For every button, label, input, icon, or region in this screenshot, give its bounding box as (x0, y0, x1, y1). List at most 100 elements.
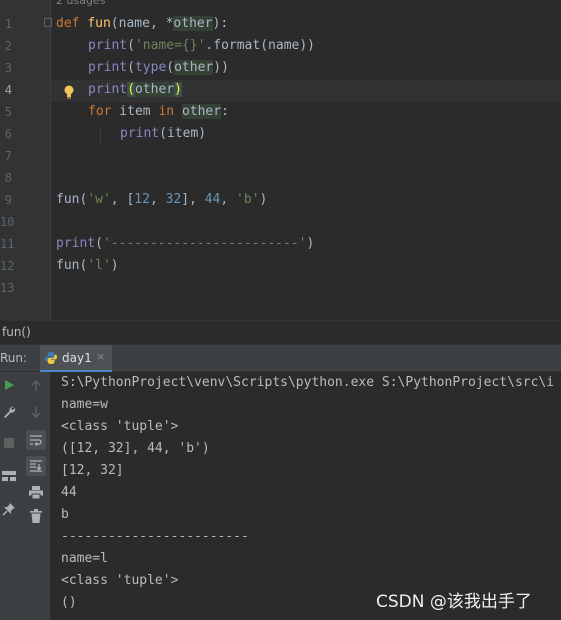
console-line: ([12, 32], 44, 'b') (61, 441, 210, 456)
run-toolbar-secondary (22, 372, 51, 620)
string: '------------------------' (102, 236, 307, 251)
string: 'b' (236, 192, 260, 207)
builtin: type (134, 60, 167, 75)
code-line-11[interactable]: print('------------------------') (56, 233, 314, 255)
stop-icon[interactable] (0, 434, 18, 452)
console-line: <class 'tuple'> (61, 419, 179, 434)
console-line: name=l (61, 551, 108, 566)
number: 32 (165, 192, 182, 207)
rerun-icon[interactable] (0, 376, 18, 394)
scroll-to-end-icon[interactable] (26, 456, 46, 476)
soft-wrap-icon[interactable] (26, 430, 46, 450)
builtin: print (56, 236, 96, 251)
code-line-5[interactable]: for item in other: (88, 101, 229, 123)
string: 'l' (87, 258, 111, 273)
keyword: for (88, 104, 112, 119)
code-editor[interactable]: 1 2 3 4 5 6 7 8 9 10 11 12 13 2 usages d… (0, 0, 561, 320)
pin-icon[interactable] (0, 500, 18, 518)
punct: ) (110, 258, 119, 273)
keyword: def (56, 16, 80, 31)
run-tool-window-header: Run: day1 × (0, 344, 561, 372)
punct: ( (110, 16, 119, 31)
run-label: Run: (0, 351, 28, 365)
builtin: print (120, 126, 160, 141)
line-number: 10 (0, 215, 15, 229)
line-number: 8 (4, 171, 12, 185)
line-number: 13 (0, 281, 15, 295)
close-icon[interactable]: × (96, 350, 105, 363)
line-number: 7 (4, 149, 12, 163)
console-line: S:\PythonProject\venv\Scripts\python.exe… (61, 375, 555, 390)
bracket-match: ) (174, 82, 182, 97)
punct: ], (181, 192, 205, 207)
code-text: (item) (159, 126, 207, 141)
run-toolbar-primary (0, 372, 23, 620)
param-highlighted: other (134, 82, 175, 97)
builtin: print (88, 38, 128, 53)
builtin: print (88, 60, 128, 75)
run-tab-day1[interactable]: day1 × (40, 345, 112, 372)
code-line-3[interactable]: print(type(other)) (88, 57, 229, 79)
punct: )) (213, 60, 229, 75)
bracket-match: ( (127, 82, 135, 97)
fold-icon[interactable] (44, 18, 52, 27)
punct: ( (127, 60, 135, 75)
code-text: fun( (56, 192, 88, 207)
console-line: [12, 32] (61, 463, 124, 478)
wrench-icon[interactable] (0, 403, 18, 421)
console-line: ------------------------ (61, 529, 249, 544)
trash-icon[interactable] (27, 507, 45, 525)
code-line-12[interactable]: fun('l') (56, 255, 119, 277)
lightbulb-icon[interactable] (63, 84, 75, 99)
punct: ): (212, 16, 229, 31)
punct: , [ (110, 192, 135, 207)
punct: , (220, 192, 237, 207)
param: name (118, 16, 150, 31)
punct: ( (166, 60, 175, 75)
line-number: 6 (4, 127, 12, 141)
punct: ) (259, 192, 268, 207)
console-line: name=w (61, 397, 108, 412)
run-tab-label: day1 (62, 351, 92, 365)
line-number: 2 (4, 39, 12, 53)
usages-hint[interactable]: 2 usages (56, 0, 105, 8)
param-highlighted: other (173, 16, 213, 31)
code-line-6[interactable]: print(item) (120, 123, 206, 145)
line-number: 5 (4, 105, 12, 119)
punct: , * (149, 16, 174, 31)
arrow-down-icon[interactable] (27, 403, 45, 421)
run-console[interactable]: S:\PythonProject\venv\Scripts\python.exe… (0, 372, 561, 620)
indent-guide (100, 128, 101, 144)
line-number: 11 (0, 237, 15, 251)
code-text: fun( (56, 258, 88, 273)
line-number: 1 (4, 17, 12, 31)
string: 'w' (87, 192, 111, 207)
punct: ) (306, 236, 315, 251)
layout-icon[interactable] (0, 467, 18, 485)
breadcrumb-item[interactable]: fun() (2, 325, 31, 339)
punct: : (221, 104, 229, 119)
print-icon[interactable] (27, 483, 45, 501)
punct: ( (95, 236, 103, 251)
breadcrumb[interactable]: fun() (0, 320, 561, 344)
code-line-9[interactable]: fun('w', [12, 32], 44, 'b') (56, 189, 267, 211)
code-line-2[interactable]: print('name={}'.format(name)) (88, 35, 315, 57)
line-number: 4 (4, 83, 12, 97)
string: 'name={}' (134, 38, 206, 53)
param-highlighted: other (174, 60, 214, 75)
keyword: in (158, 104, 175, 119)
code-line-1[interactable]: def fun(name, *other): (56, 13, 228, 35)
function-name: fun (87, 16, 111, 31)
line-number: 3 (4, 61, 12, 75)
arrow-up-icon[interactable] (27, 377, 45, 395)
editor-gutter: 1 2 3 4 5 6 7 8 9 10 11 12 13 (0, 0, 52, 320)
number: 12 (134, 192, 150, 207)
code-line-4[interactable]: print(other) (88, 79, 182, 101)
builtin: print (88, 82, 128, 97)
param-highlighted: other (181, 104, 222, 119)
punct: , (149, 192, 166, 207)
code-text: item (111, 104, 159, 119)
console-line: () (61, 595, 77, 610)
line-number: 12 (0, 259, 15, 273)
